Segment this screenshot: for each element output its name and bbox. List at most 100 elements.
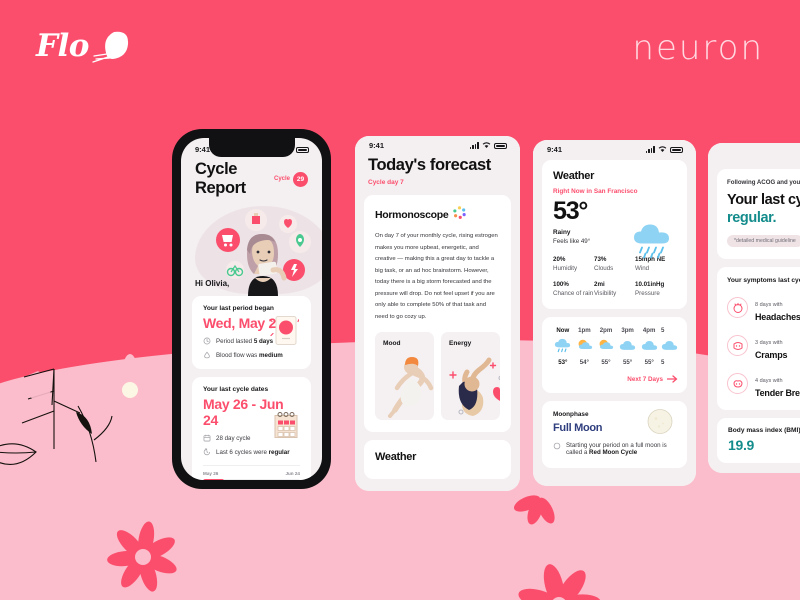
last-period-card: Your last period began Wed, May 26 Perio… — [192, 296, 311, 369]
weather-metric: 2mi Visibility — [594, 281, 635, 297]
woman-leaping-illustration — [388, 357, 434, 419]
cycle-bar-start: May 26 — [203, 471, 219, 476]
clock-icon — [203, 337, 211, 345]
cycle-bar-labels: May 26 Jun 24 — [203, 471, 300, 476]
phone-notch — [208, 138, 295, 157]
mood-card[interactable]: Mood — [375, 332, 434, 421]
hour-time: 3pm — [621, 327, 634, 334]
metric-label: Pressure — [635, 290, 660, 297]
hero-illustration: Hi Olivia, — [181, 200, 322, 296]
weather-temperature: 53° — [553, 197, 588, 225]
bmi-card: Body mass index (BMI) 19.9 — [717, 418, 800, 464]
phone-screen-1: 9:41 Cycle Report Cycle 29 Hi Olivia, Yo… — [172, 129, 331, 489]
greeting: Hi Olivia, — [195, 279, 230, 288]
hour-temp: 55° — [644, 359, 654, 366]
acog-footnote: *detailed medical guideline — [727, 235, 800, 248]
hour-item[interactable]: 3pm 55° — [618, 327, 638, 366]
status-time: 9:41 — [547, 145, 563, 154]
period-duration-text: Period lasted — [216, 337, 254, 345]
neuron-logo: neuron — [632, 28, 764, 68]
hour-temp: 5 — [660, 359, 665, 366]
acog-headline-line1: Your last cycl — [727, 192, 800, 208]
hormonoscope-card: Hormonoscope On day 7 of your monthly cy… — [364, 195, 511, 433]
forecast-header: Today's forecast Cycle day 7 — [355, 152, 520, 186]
hour-item[interactable]: 2pm 55° — [596, 327, 616, 366]
hourly-forecast-card: Now 53° 1pm 54° 2pm 55° 3pm 55° 4pm 55° … — [542, 317, 687, 393]
headache-icon — [727, 297, 748, 319]
symptom-row: 4 days with Tender Breas — [727, 369, 800, 398]
full-moon-icon — [647, 408, 673, 439]
flo-wordmark: Flo — [36, 28, 89, 64]
cycle-day-label: Cycle day 7 — [368, 179, 404, 186]
weather-title: Weather — [553, 170, 595, 182]
cycle-badge[interactable]: Cycle 29 — [273, 171, 308, 187]
cramps-icon — [727, 335, 748, 357]
symptom-days: 4 days with — [755, 378, 783, 385]
status-bar: 9:41 — [355, 136, 520, 152]
moonphase-note-bold: Red Moon Cycle — [589, 449, 638, 456]
decorative-flower-dark-left — [106, 520, 180, 594]
energy-card[interactable]: Energy — [441, 332, 500, 421]
hourly-row: Now 53° 1pm 54° 2pm 55° 3pm 55° 4pm 55° … — [553, 327, 678, 366]
cycle-badge-number: 29 — [293, 171, 308, 187]
hour-temp: 55° — [622, 359, 633, 366]
metric-value: 2mi — [594, 281, 605, 288]
weather-metrics-row-2: 100% Chance of rain 2mi Visibility 10.01in… — [553, 281, 676, 297]
symptoms-card: Your symptoms last cycle 8 days with Hea… — [717, 267, 800, 411]
weather-location: Right Now in San Francisco — [553, 188, 676, 195]
battery-icon — [670, 146, 683, 153]
hour-item[interactable]: Now 53° — [553, 327, 573, 366]
cycle-length-text: 28 day cycle — [216, 434, 251, 442]
cloud-icon — [639, 338, 659, 355]
sun-cloud-icon — [596, 338, 616, 355]
wifi-icon — [482, 142, 491, 148]
hour-time: 5 — [660, 327, 665, 334]
next-7-days-label: Next 7 Days — [627, 375, 663, 383]
moonphase-card: Moonphase Full Moon Starting your period… — [542, 401, 687, 468]
weather-card: Weather Right Now in San Francisco 53° R… — [542, 160, 687, 309]
symptom-row: 8 days with Headaches — [727, 293, 800, 322]
bmi-value: 19.9 — [728, 437, 755, 454]
hour-item[interactable]: 1pm 54° — [575, 327, 595, 366]
symptom-name: Tender Breas — [755, 388, 800, 399]
flo-logo: Flo — [36, 28, 131, 64]
calendar-icon — [203, 434, 211, 442]
hour-temp: 54° — [579, 359, 589, 366]
cycle-report-header: Cycle Report Cycle 29 — [181, 156, 322, 198]
acog-intro: Following ACOG and your i — [727, 179, 800, 186]
woman-stretching-illustration — [449, 357, 500, 417]
next-7-days-link[interactable]: Next 7 Days — [553, 375, 678, 383]
cloud-icon — [618, 338, 638, 355]
last-cycle-label: Your last cycle dates — [203, 386, 269, 393]
page-title: Cycle Report — [195, 160, 246, 197]
hour-temp: 53° — [558, 359, 568, 366]
weather-location-city: San Francisco — [593, 188, 638, 195]
wifi-icon — [658, 146, 667, 152]
hour-time: Now — [556, 327, 570, 334]
poster-stage: Flo neuron Following ACOG and your i You… — [0, 0, 800, 600]
symptom-days: 8 days with — [755, 302, 783, 309]
metric-value: 10.01inHg — [635, 281, 665, 288]
hour-temp: 55° — [601, 359, 611, 366]
hormonoscope-body: On day 7 of your monthly cycle, rising e… — [375, 233, 498, 320]
hour-time: 2pm — [599, 327, 613, 334]
acog-headline: Your last cycl regular. — [727, 191, 800, 227]
signal-icon — [645, 146, 655, 153]
weather-location-prefix: Right Now in — [553, 188, 594, 195]
acog-card: Following ACOG and your i Your last cycl… — [717, 169, 800, 260]
tender-breasts-icon — [727, 373, 748, 395]
acog-headline-accent: regular. — [727, 210, 777, 227]
metric-label: Chance of rain — [553, 290, 594, 297]
hour-item[interactable]: 4pm 55° — [639, 327, 659, 366]
hour-item[interactable]: 5 5 — [661, 327, 678, 366]
decorative-flower-dark-center — [516, 562, 602, 600]
circle-icon — [553, 442, 561, 450]
cycle-badge-label: Cycle — [273, 176, 290, 182]
weather-metric: 100% Chance of rain — [553, 281, 594, 297]
battery-icon — [296, 146, 309, 153]
weather-section-card: Weather — [364, 440, 511, 480]
last-period-label: Your last period began — [203, 305, 274, 312]
weather-section-title: Weather — [375, 451, 417, 464]
symptom-row: 3 days with Cramps — [727, 331, 800, 360]
weather-metric: 73% Clouds — [594, 256, 635, 272]
